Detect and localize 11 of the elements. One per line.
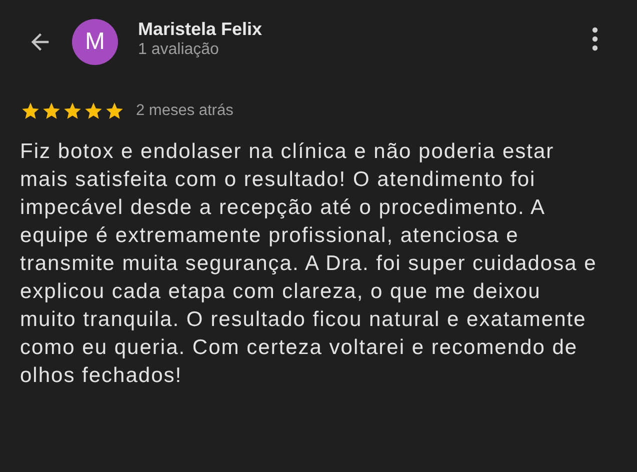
star-icon bbox=[62, 101, 83, 121]
review-date: 2 meses atrás bbox=[136, 102, 234, 120]
star-icon bbox=[41, 101, 62, 121]
star-icon bbox=[83, 101, 104, 121]
more-vertical-icon bbox=[591, 27, 599, 51]
star-icon bbox=[104, 101, 125, 121]
review-text: Fiz botox e endolaser na clínica e não poderia estar mais satisfeita com o resultado! O atendimento foi impecável desde a recepção até o procedimento. A equipe é extremamente profissional, atenciosa e transmite muita segurança. A Dra. foi super cuidadosa e explicou cada etapa com clareza, o que me deixou muito tranquila. O resultado ficou natural e exatamente como eu queria. Com certeza voltarei e recomendo de olhos fechados! bbox=[20, 139, 598, 389]
avatar: M bbox=[72, 19, 118, 65]
star-icon bbox=[20, 101, 41, 121]
review-count: 1 avaliação bbox=[138, 40, 220, 60]
reviewer-name: Maristela Felix bbox=[138, 18, 264, 40]
